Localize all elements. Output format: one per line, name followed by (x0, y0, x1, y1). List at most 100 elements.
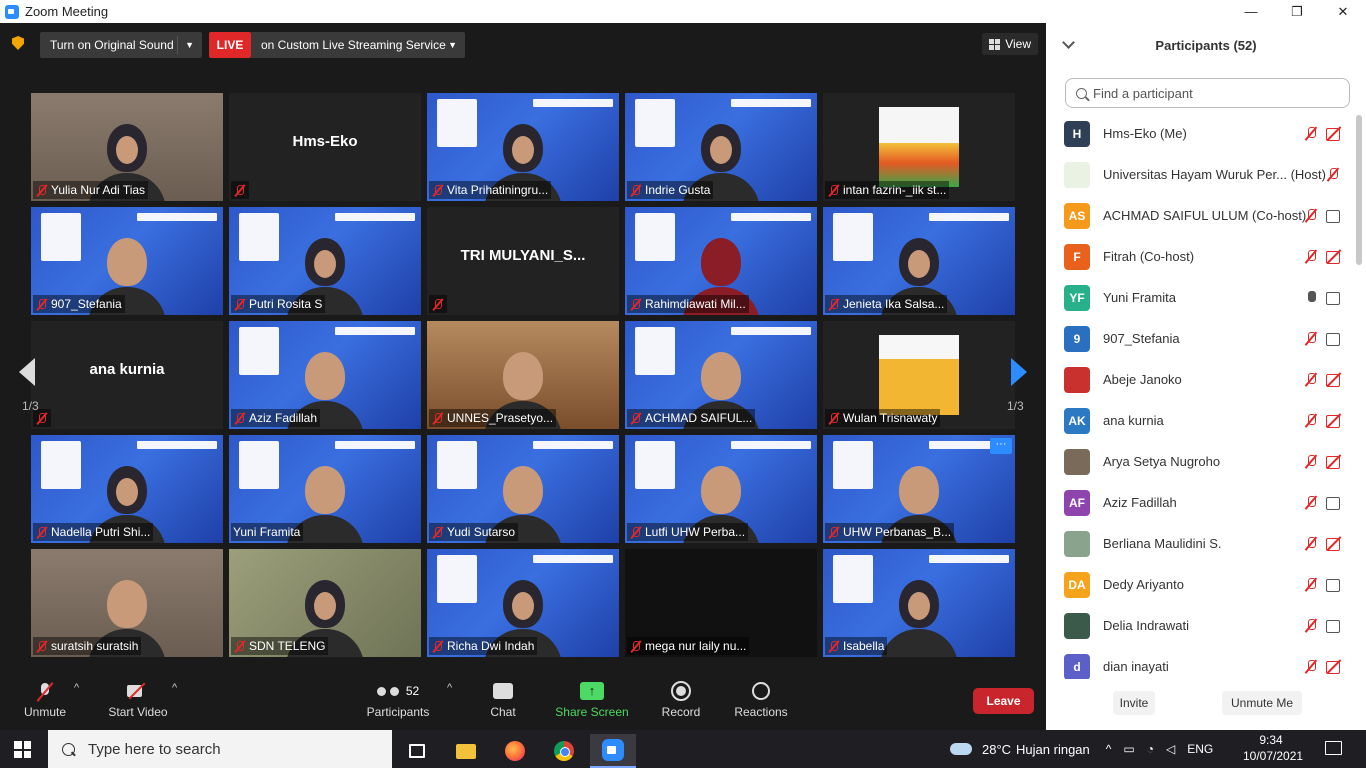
video-camera-icon (1326, 210, 1344, 223)
participants-options-chevron-icon[interactable]: ^ (447, 682, 452, 694)
leave-button[interactable]: Leave (973, 688, 1034, 714)
participant-row[interactable]: F Fitrah (Co-host) (1046, 236, 1356, 277)
participant-row[interactable]: 9 907_Stefania (1046, 318, 1356, 359)
muted-microphone-icon (1304, 208, 1318, 223)
participant-row[interactable]: YF Yuni Framita (1046, 277, 1356, 318)
video-tile[interactable]: ACHMAD SAIFUL... (625, 321, 817, 429)
participants-icon (389, 686, 399, 696)
weather-temperature[interactable]: 28°C (982, 742, 1011, 757)
participant-row[interactable]: d dian inayati (1046, 646, 1356, 679)
video-tile[interactable]: Lutfi UHW Perba... (625, 435, 817, 543)
video-tile[interactable]: SDN TELENG (229, 549, 421, 657)
participant-row[interactable]: H Hms-Eko (Me) (1046, 113, 1356, 154)
video-tile[interactable]: Nadella Putri Shi... (31, 435, 223, 543)
record-button[interactable]: Record (660, 680, 702, 719)
notification-center-icon[interactable] (1325, 741, 1342, 755)
language-indicator[interactable]: ENG (1187, 742, 1213, 756)
muted-microphone-icon (827, 640, 840, 653)
original-sound-button[interactable]: Turn on Original Sound ▼ (40, 32, 202, 58)
security-shield-icon[interactable] (12, 36, 24, 50)
video-tile[interactable]: TRI MULYANI_S... (427, 207, 619, 315)
participant-row[interactable]: Delia Indrawati (1046, 605, 1356, 646)
participant-name: Hms-Eko (Me) (1103, 126, 1187, 141)
next-page-arrow-icon[interactable] (1011, 358, 1027, 386)
video-options-chevron-icon[interactable]: ^ (172, 682, 177, 694)
participant-search-input[interactable] (1093, 85, 1333, 101)
video-tile[interactable]: Vita Prihatiningru... (427, 93, 619, 201)
minimize-button[interactable]: — (1228, 0, 1274, 23)
video-tile[interactable]: Yuni Framita (229, 435, 421, 543)
invite-button[interactable]: Invite (1113, 691, 1155, 715)
video-tile[interactable]: Hms-Eko (229, 93, 421, 201)
audio-options-chevron-icon[interactable]: ^ (74, 682, 79, 694)
video-tile[interactable]: UNNES_Prasetyo... (427, 321, 619, 429)
video-tile[interactable]: 907_Stefania (31, 207, 223, 315)
previous-page-arrow-icon[interactable] (19, 358, 35, 386)
participant-row[interactable]: AF Aziz Fadillah (1046, 482, 1356, 523)
task-view-button[interactable] (394, 734, 440, 768)
unmute-button[interactable]: Unmute (22, 680, 68, 719)
video-tile[interactable]: Richa Dwi Indah (427, 549, 619, 657)
video-tile[interactable]: Wulan Trisnawaty (823, 321, 1015, 429)
share-screen-icon: ↑ (580, 682, 604, 700)
video-tile[interactable]: suratsih suratsih (31, 549, 223, 657)
file-explorer-button[interactable] (443, 734, 489, 768)
volume-icon[interactable]: ◁ (1166, 742, 1175, 756)
video-tile[interactable]: Putri Rosita S (229, 207, 421, 315)
video-tile[interactable]: Isabella (823, 549, 1015, 657)
chrome-icon (554, 741, 574, 761)
video-tile[interactable]: Yulia Nur Adi Tias (31, 93, 223, 201)
participant-name-tag: Isabella (825, 637, 888, 655)
chat-button[interactable]: Chat (483, 680, 523, 719)
tray-chevron-up-icon[interactable]: ^ (1106, 742, 1112, 756)
taskbar-search-box[interactable]: Type here to search (48, 730, 392, 768)
close-button[interactable]: ✕ (1320, 0, 1366, 23)
participant-list-scrollbar[interactable] (1356, 115, 1362, 265)
windows-start-icon[interactable] (14, 741, 31, 758)
more-options-icon[interactable]: ··· (990, 438, 1012, 454)
video-tile[interactable]: ana kurnia (31, 321, 223, 429)
view-button[interactable]: View (982, 33, 1038, 55)
participant-avatar (1064, 448, 1090, 475)
participant-row[interactable]: AK ana kurnia (1046, 400, 1356, 441)
video-tile[interactable]: Aziz Fadillah (229, 321, 421, 429)
unmute-me-button[interactable]: Unmute Me (1222, 691, 1302, 715)
video-tile[interactable]: Rahimdiawati Mil... (625, 207, 817, 315)
video-tile[interactable]: ··· UHW Perbanas_B... (823, 435, 1015, 543)
participant-row[interactable]: AS ACHMAD SAIFUL ULUM (Co-host) (1046, 195, 1356, 236)
video-tile[interactable]: Jenieta Ika Salsa... (823, 207, 1015, 315)
participant-row[interactable]: DA Dedy Ariyanto (1046, 564, 1356, 605)
reactions-button[interactable]: Reactions (734, 680, 788, 719)
participant-search-box[interactable] (1065, 78, 1350, 108)
video-tile[interactable]: intan fazrin-_iik st... (823, 93, 1015, 201)
participant-row[interactable]: Arya Setya Nugroho (1046, 441, 1356, 482)
chevron-down-icon[interactable]: ▼ (185, 40, 194, 50)
participant-name: intan fazrin-_iik st... (843, 183, 947, 197)
maximize-button[interactable]: ❐ (1274, 0, 1320, 23)
participant-row[interactable]: Berliana Maulidini S. (1046, 523, 1356, 564)
network-icon[interactable]: ▭ (1123, 742, 1134, 756)
video-tile[interactable]: mega nur laily nu... (625, 549, 817, 657)
wifi-icon[interactable]: ◔ (1147, 742, 1154, 756)
participant-avatar (1064, 530, 1090, 557)
video-tile[interactable]: Yudi Sutarso (427, 435, 619, 543)
participant-name-tag: Jenieta Ika Salsa... (825, 295, 948, 313)
live-stream-button[interactable]: on Custom Live Streaming Service ▼ (251, 32, 465, 58)
clock[interactable]: 9:34 10/07/2021 (1243, 732, 1303, 764)
chrome-button[interactable] (541, 734, 587, 768)
weather-cloud-icon[interactable] (950, 743, 972, 755)
share-screen-button[interactable]: ↑ Share Screen (555, 680, 629, 719)
participant-name: Isabella (843, 639, 885, 653)
page-indicator-right: 1/3 (1007, 399, 1024, 413)
video-tile[interactable]: Indrie Gusta (625, 93, 817, 201)
firefox-button[interactable] (492, 734, 538, 768)
participants-icon (376, 686, 386, 696)
participant-name: Berliana Maulidini S. (1103, 536, 1222, 551)
participant-row[interactable]: Abeje Janoko (1046, 359, 1356, 400)
start-video-button[interactable]: Start Video (108, 680, 168, 719)
chevron-down-icon[interactable]: ▼ (448, 40, 457, 50)
zoom-taskbar-button[interactable] (590, 734, 636, 768)
participants-button[interactable]: 52 Participants (366, 680, 430, 719)
weather-description[interactable]: Hujan ringan (1016, 742, 1090, 757)
participant-row[interactable]: Universitas Hayam Wuruk Per... (Host) (1046, 154, 1356, 195)
